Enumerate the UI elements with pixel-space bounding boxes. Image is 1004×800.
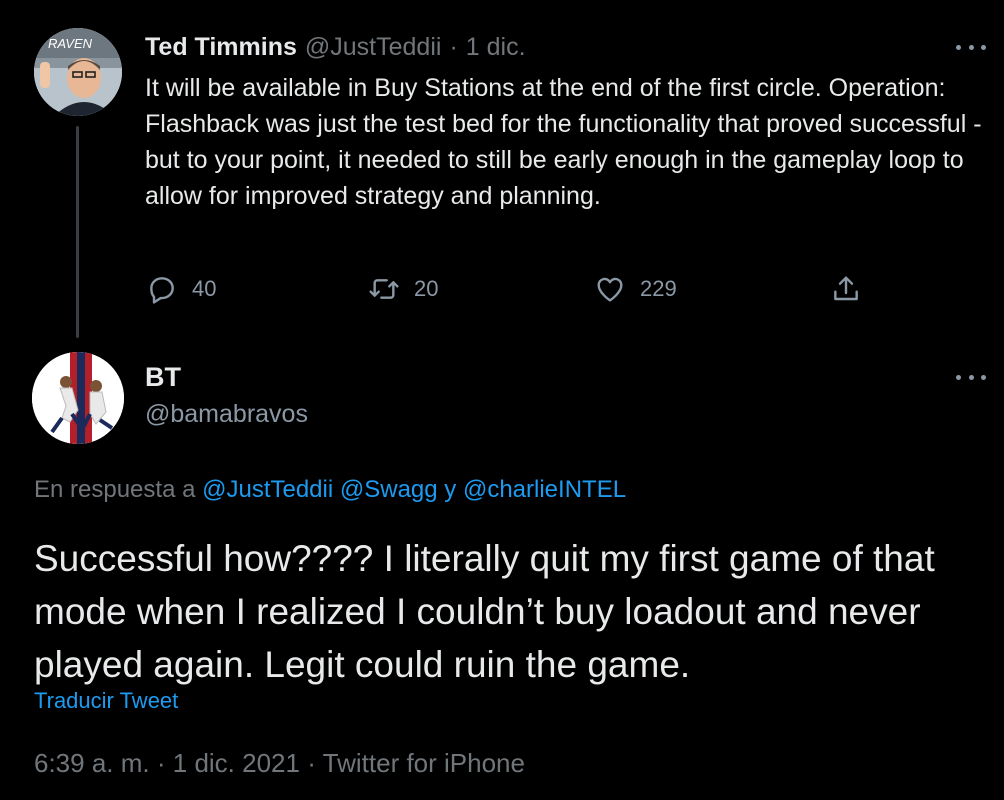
reply-count: 40 bbox=[192, 276, 217, 301]
share-button[interactable] bbox=[830, 273, 862, 305]
mention-link[interactable]: @Swagg bbox=[340, 476, 438, 503]
retweet-icon bbox=[369, 279, 399, 299]
more-icon bbox=[956, 44, 961, 50]
parent-tweet-header: Ted Timmins @JustTeddii · 1 dic. bbox=[145, 33, 526, 62]
thread-connector-line bbox=[76, 126, 79, 338]
parent-tweet-text: It will be available in Buy Stations at … bbox=[145, 74, 982, 210]
reply-author-handle[interactable]: @bamabravos bbox=[145, 400, 308, 429]
reply-tweet-text: Successful how???? I literally quit my f… bbox=[34, 538, 935, 685]
avatar-photo: RAVEN bbox=[34, 28, 122, 116]
like-button[interactable]: 229 bbox=[594, 273, 677, 305]
retweet-button[interactable]: 20 bbox=[368, 273, 438, 305]
tweet-date[interactable]: 1 dic. 2021 bbox=[173, 748, 300, 778]
meta-separator: · bbox=[307, 748, 316, 778]
author-handle[interactable]: @JustTeddii bbox=[305, 33, 442, 62]
tweet-time[interactable]: 1 dic. bbox=[466, 33, 526, 62]
mention-link[interactable]: @JustTeddii bbox=[202, 476, 333, 503]
reply-prefix: En respuesta a bbox=[34, 476, 196, 503]
tweet-source[interactable]: Twitter for iPhone bbox=[323, 748, 525, 778]
reply-context: En respuesta a @JustTeddii @Swagg y @cha… bbox=[34, 476, 626, 504]
more-options-button[interactable] bbox=[956, 42, 986, 52]
avatar-bt[interactable] bbox=[32, 352, 124, 444]
reply-icon bbox=[150, 277, 174, 304]
like-icon bbox=[597, 277, 623, 302]
more-icon bbox=[956, 374, 961, 380]
mention-conjunction: y bbox=[444, 476, 457, 503]
author-name[interactable]: Ted Timmins bbox=[145, 33, 297, 62]
reply-author-name[interactable]: BT bbox=[145, 362, 181, 393]
tweet-timestamp[interactable]: 6:39 a. m. bbox=[34, 748, 150, 778]
mention-link[interactable]: @charlieINTEL bbox=[463, 476, 626, 503]
retweet-count: 20 bbox=[414, 276, 439, 301]
avatar-photo bbox=[32, 352, 124, 444]
avatar-ted-timmins[interactable]: RAVEN bbox=[34, 28, 122, 116]
translate-tweet-link[interactable]: Traducir Tweet bbox=[34, 688, 178, 714]
header-separator: · bbox=[449, 33, 458, 61]
meta-separator: · bbox=[156, 748, 166, 778]
reply-more-options-button[interactable] bbox=[956, 372, 986, 382]
like-count: 229 bbox=[640, 276, 677, 301]
reply-button[interactable]: 40 bbox=[146, 273, 216, 305]
tweet-metadata: 6:39 a. m. · 1 dic. 2021 · Twitter for i… bbox=[34, 748, 525, 779]
avatar-sign-text: RAVEN bbox=[48, 36, 93, 51]
share-icon bbox=[834, 276, 858, 301]
